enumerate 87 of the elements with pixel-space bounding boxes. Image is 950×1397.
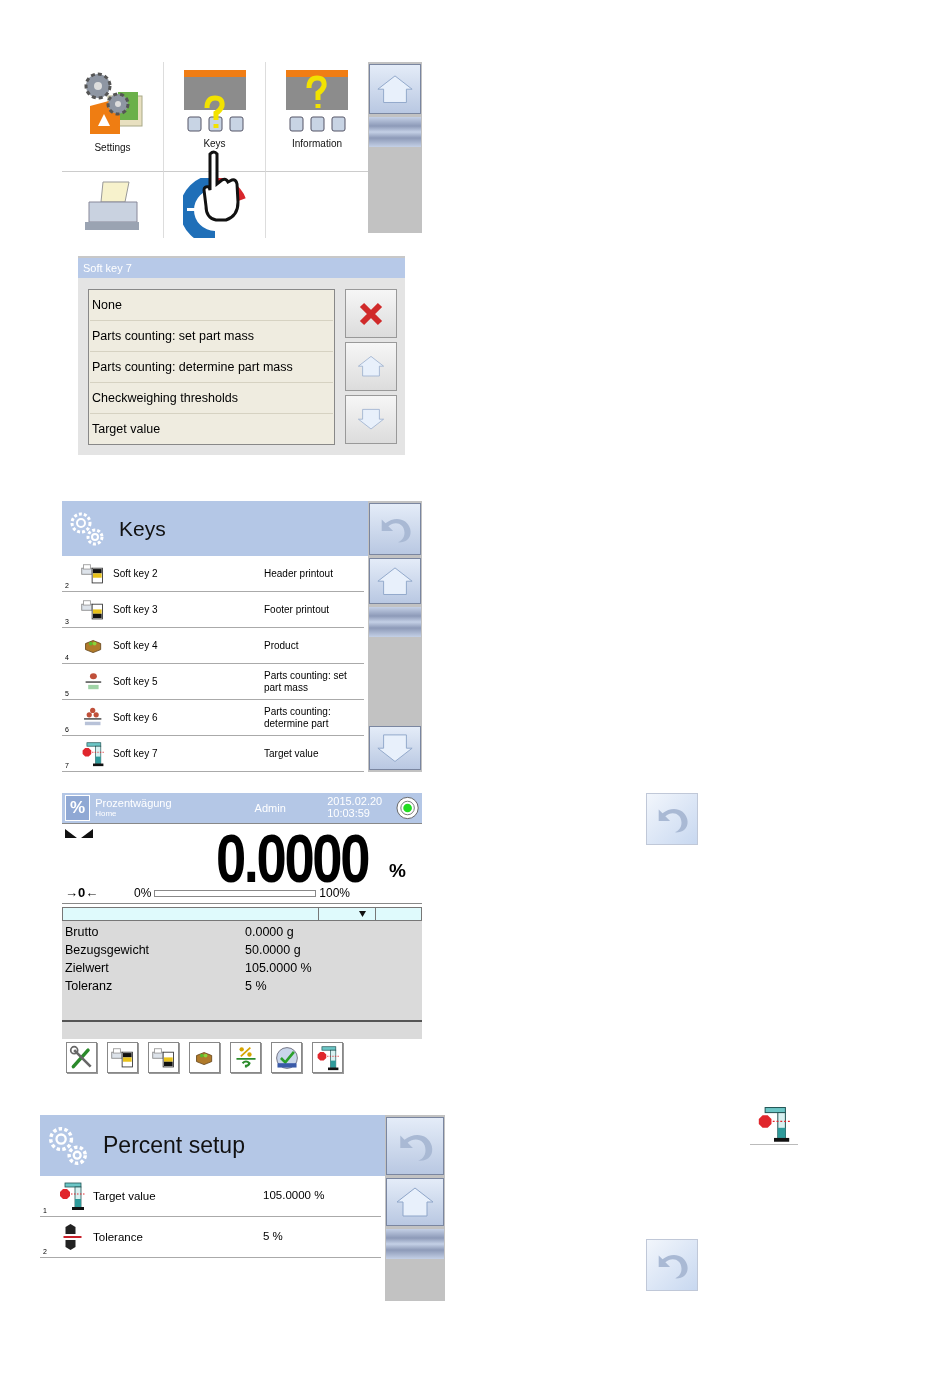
mode-name: Prozentwägung bbox=[95, 798, 173, 810]
menu-tile[interactable]: Information bbox=[266, 62, 368, 172]
menu-tile[interactable]: Settings bbox=[62, 62, 164, 172]
tolerance-icon bbox=[61, 1222, 83, 1252]
down-arrow-icon bbox=[376, 732, 414, 764]
row-label: Soft key 5 bbox=[113, 676, 159, 687]
weight-unit: % bbox=[389, 860, 406, 882]
home-button[interactable] bbox=[369, 558, 421, 604]
row-value: 5 % bbox=[263, 1230, 284, 1244]
info-label: Bezugsgewicht bbox=[65, 942, 151, 959]
time-text: 10:03:59 bbox=[327, 808, 371, 820]
menu-tile-label: Settings bbox=[94, 142, 131, 153]
toolbar-button[interactable] bbox=[271, 1042, 302, 1073]
scroll-up-button[interactable] bbox=[345, 342, 397, 391]
back-button[interactable] bbox=[646, 793, 698, 845]
screen-title: Keys bbox=[119, 516, 166, 541]
home-button[interactable] bbox=[369, 64, 421, 114]
row-label: Target value bbox=[93, 1190, 157, 1202]
keypad-icon bbox=[181, 68, 248, 134]
option-item[interactable]: None bbox=[90, 290, 333, 321]
option-item[interactable]: Parts counting: determine part mass bbox=[90, 352, 333, 383]
info-value: 5 % bbox=[245, 978, 268, 995]
info-label: Brutto bbox=[65, 924, 100, 941]
info-label: Toleranz bbox=[65, 978, 114, 995]
row-value: Parts counting: set part mass bbox=[264, 669, 348, 694]
info-screen-icon bbox=[284, 68, 350, 134]
scroll-thumb[interactable] bbox=[369, 117, 421, 147]
toolbar-button[interactable] bbox=[148, 1042, 179, 1073]
option-item[interactable]: Checkweighing thresholds bbox=[90, 383, 333, 414]
status-indicator-icon bbox=[395, 796, 419, 820]
row-label: Soft key 3 bbox=[113, 604, 159, 615]
scroll-down-button[interactable] bbox=[369, 726, 421, 770]
row-value: Footer printout bbox=[264, 603, 331, 616]
menu-tile-label: Information bbox=[292, 138, 342, 149]
row-value: Header printout bbox=[264, 567, 334, 580]
up-arrow-icon bbox=[395, 1186, 435, 1218]
row-label: Soft key 4 bbox=[113, 640, 159, 651]
cancel-button[interactable] bbox=[345, 289, 397, 338]
menu-tile[interactable]: Keys bbox=[164, 62, 266, 172]
row-label: Soft key 2 bbox=[113, 568, 159, 579]
back-button[interactable] bbox=[646, 1239, 698, 1291]
home-button[interactable] bbox=[386, 1178, 444, 1226]
up-arrow-icon bbox=[376, 73, 414, 105]
printer-icon bbox=[80, 599, 106, 620]
stability-icon bbox=[65, 829, 93, 838]
up-arrow-icon bbox=[357, 355, 385, 378]
row-value: Target value bbox=[264, 747, 320, 760]
menu-tile-label: Keys bbox=[203, 138, 226, 149]
scroll-down-button[interactable] bbox=[345, 395, 397, 444]
reference-gauge-icon bbox=[273, 1044, 300, 1071]
toolbar-button[interactable] bbox=[107, 1042, 138, 1073]
option-item[interactable]: Parts counting: set part mass bbox=[90, 321, 333, 352]
mode-symbol: % bbox=[65, 795, 91, 821]
up-arrow-icon bbox=[376, 565, 414, 597]
row-label: Soft key 7 bbox=[113, 748, 159, 759]
box-icon bbox=[83, 637, 103, 654]
row-value: Parts counting: determine part bbox=[264, 705, 332, 730]
info-label: Zielwert bbox=[65, 960, 110, 977]
back-button[interactable] bbox=[386, 1117, 444, 1175]
scroll-thumb[interactable] bbox=[369, 607, 421, 637]
row-value: 105.0000 % bbox=[263, 1189, 326, 1203]
printer-icon bbox=[80, 563, 106, 584]
info-value: 50.0000 g bbox=[245, 942, 302, 959]
box-icon bbox=[195, 1049, 214, 1066]
bargraph-min-label: 0% bbox=[134, 886, 152, 900]
printer-icon bbox=[150, 1047, 177, 1068]
down-arrow-icon bbox=[357, 408, 385, 431]
row-label: Tolerance bbox=[93, 1231, 144, 1243]
info-value: 0.0000 g bbox=[245, 924, 295, 941]
marker-icon bbox=[358, 911, 366, 917]
option-item[interactable]: Target value bbox=[90, 414, 333, 444]
dialog-title: Soft key 7 bbox=[78, 258, 405, 278]
target-value-icon bbox=[80, 740, 106, 767]
back-button[interactable] bbox=[369, 503, 421, 555]
close-icon bbox=[359, 301, 383, 326]
date-text: 2015.02.20 bbox=[327, 796, 384, 808]
target-value-icon bbox=[57, 1181, 87, 1211]
screen-title: Percent setup bbox=[103, 1132, 245, 1159]
row-value: Product bbox=[264, 639, 300, 652]
printer-icon bbox=[109, 1047, 136, 1068]
user-name: Admin bbox=[254, 802, 287, 814]
row-label: Soft key 6 bbox=[113, 712, 159, 723]
info-value: 105.0000 % bbox=[245, 960, 313, 977]
zero-indicator: →0← bbox=[65, 885, 99, 900]
profile-name: Home bbox=[95, 809, 117, 818]
toolbar-button[interactable] bbox=[312, 1042, 343, 1073]
scroll-thumb[interactable] bbox=[386, 1229, 444, 1259]
